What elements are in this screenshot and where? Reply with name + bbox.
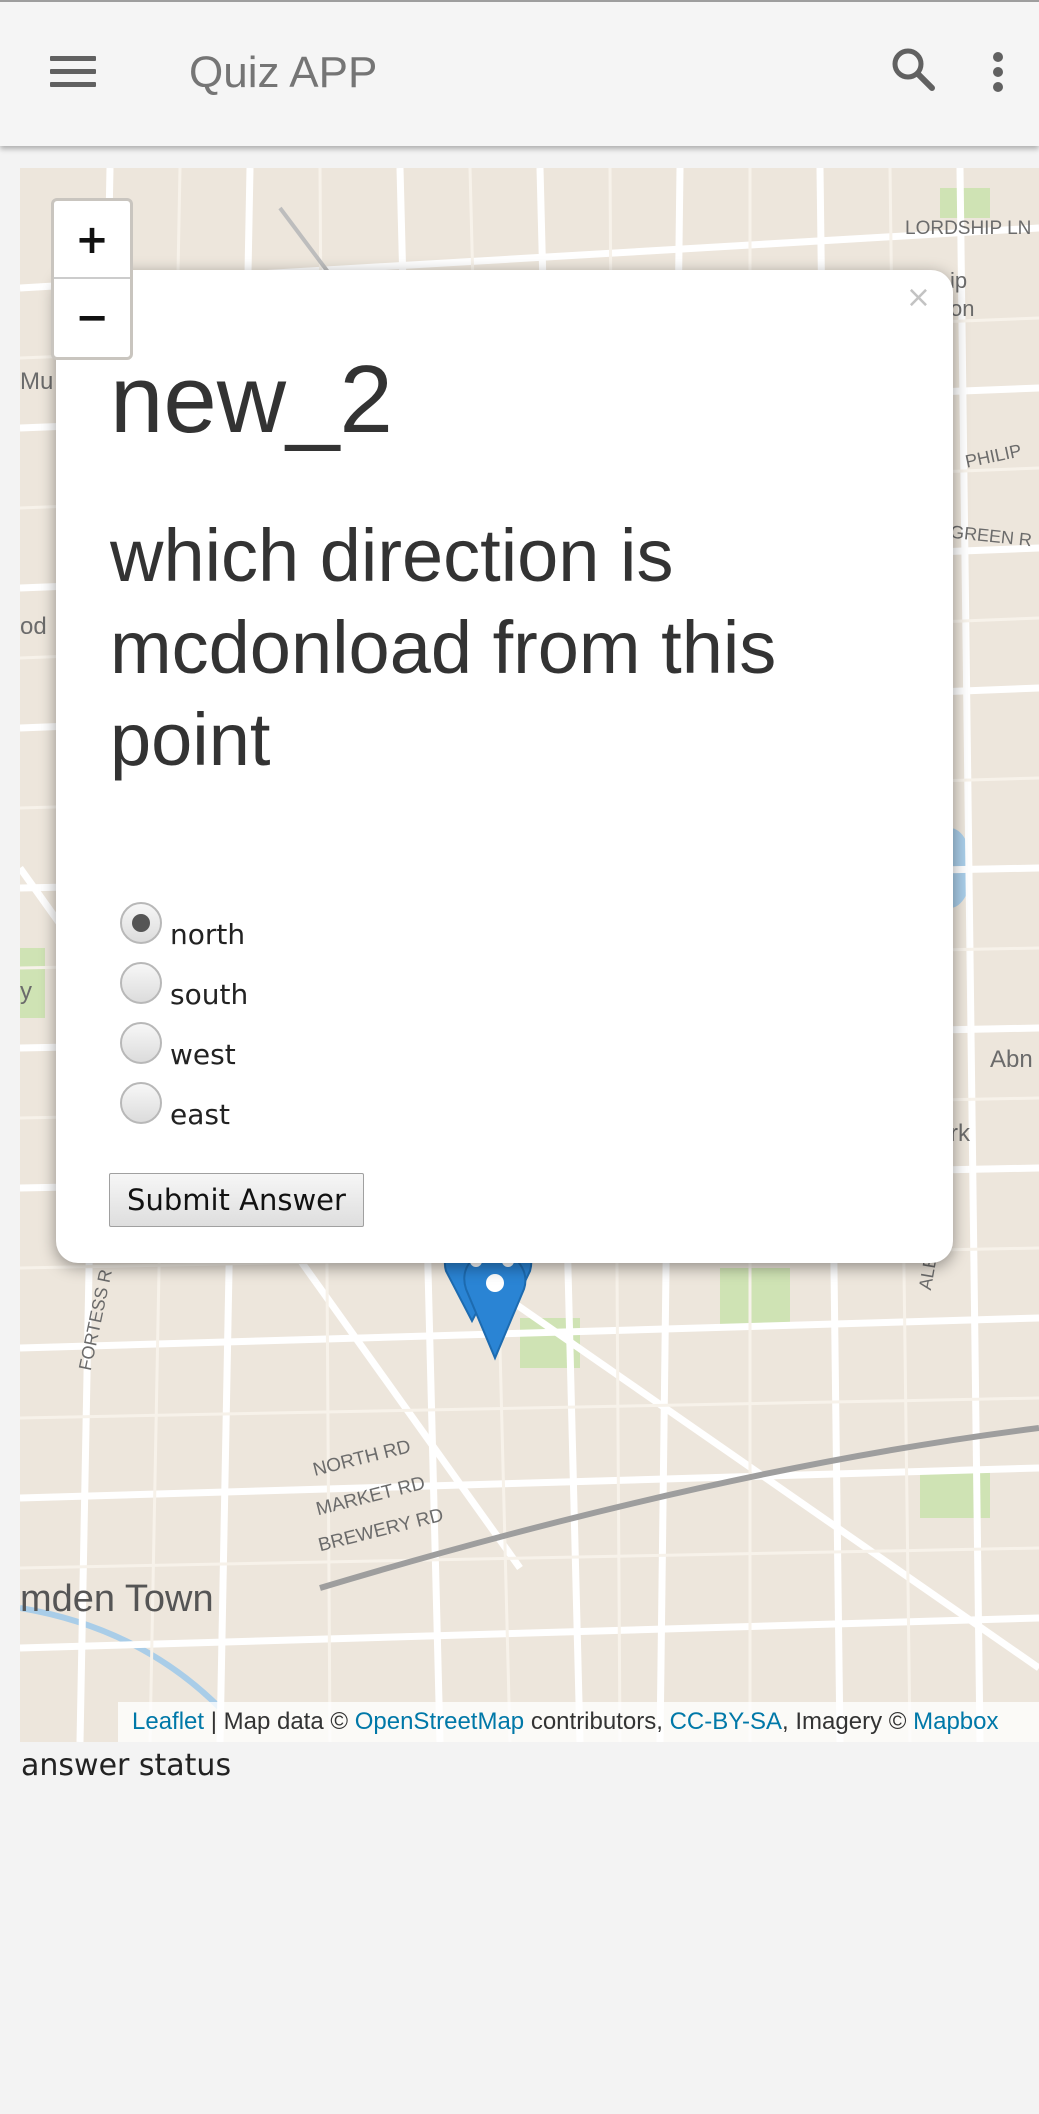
close-icon[interactable]: × xyxy=(906,280,931,315)
leaflet-link[interactable]: Leaflet xyxy=(132,1708,204,1735)
question-title: new_2 xyxy=(110,346,393,453)
map-label-y: y xyxy=(20,978,32,1005)
submit-answer-button[interactable]: Submit Answer xyxy=(109,1173,364,1227)
zoom-in-button[interactable]: + xyxy=(54,201,130,279)
map-label-abn: Abn xyxy=(990,1046,1033,1073)
map-label-camden: mden Town xyxy=(20,1578,214,1620)
option-label: south xyxy=(170,978,249,1011)
app-title: Quiz APP xyxy=(189,48,378,97)
zoom-control: + − xyxy=(51,198,133,360)
map-label-od: od xyxy=(20,613,47,640)
answer-status: answer status xyxy=(21,1748,232,1783)
map-attribution: Leaflet | Map data © OpenStreetMap contr… xyxy=(118,1702,1039,1742)
option-label: north xyxy=(170,918,246,951)
license-link[interactable]: CC-BY-SA xyxy=(670,1708,782,1735)
zoom-out-button[interactable]: − xyxy=(54,279,130,357)
attribution-imagery: , Imagery © xyxy=(782,1708,914,1735)
attribution-text: | Map data © xyxy=(204,1708,355,1735)
more-vert-icon[interactable] xyxy=(988,52,1008,98)
mapbox-link[interactable]: Mapbox xyxy=(913,1708,998,1735)
radio-west[interactable] xyxy=(120,1022,162,1064)
hamburger-menu-icon[interactable] xyxy=(50,54,96,90)
map-label-on: on xyxy=(950,296,975,321)
question-popup: × new_2 which direction is mcdonload fro… xyxy=(56,270,953,1263)
attribution-contrib: contributors, xyxy=(524,1708,670,1735)
map-label-mu: Mu xyxy=(20,368,54,395)
question-text: which direction is mcdonload from this p… xyxy=(110,514,777,781)
map-label-lordship: LORDSHIP LN xyxy=(905,218,1032,239)
radio-north[interactable] xyxy=(120,902,162,944)
search-icon[interactable] xyxy=(890,46,936,92)
radio-south[interactable] xyxy=(120,962,162,1004)
map-label-rk: rk xyxy=(950,1120,970,1147)
radio-east[interactable] xyxy=(120,1082,162,1124)
app-bar: Quiz APP xyxy=(0,0,1039,146)
option-label: east xyxy=(170,1098,230,1131)
option-label: west xyxy=(170,1038,236,1071)
osm-link[interactable]: OpenStreetMap xyxy=(355,1708,524,1735)
